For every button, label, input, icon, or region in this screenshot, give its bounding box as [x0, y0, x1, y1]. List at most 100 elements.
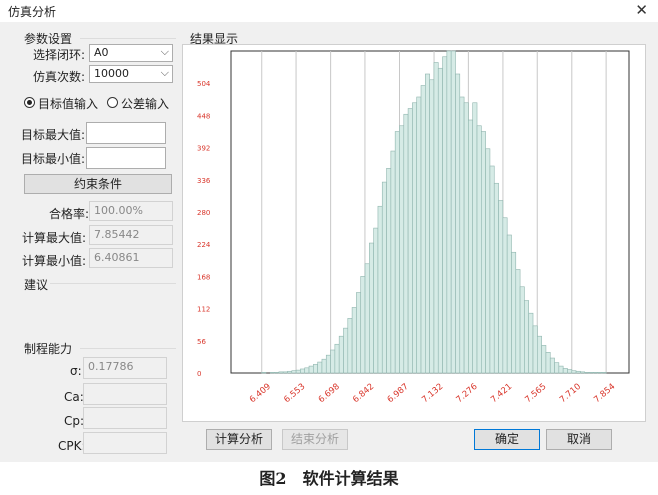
histogram-bar	[412, 102, 418, 374]
histogram-bar	[511, 251, 517, 374]
end-analysis-button[interactable]: 结束分析	[282, 429, 348, 450]
pass-rate-label: 合格率:	[49, 207, 90, 221]
histogram-bar	[291, 370, 297, 374]
loop-label: 选择闭环:	[33, 48, 86, 62]
histogram-bar	[287, 370, 293, 374]
y-tick-label: 168	[197, 273, 210, 281]
histogram-bar	[261, 372, 267, 374]
cpk-field	[83, 432, 167, 454]
histogram-bar	[558, 365, 564, 374]
histogram-bar	[537, 335, 542, 374]
chevron-down-icon: ⌵	[160, 45, 169, 58]
radio-target[interactable]	[24, 97, 35, 108]
histogram-bar	[575, 370, 581, 374]
loop-select[interactable]: A0 ⌵	[89, 44, 173, 62]
target-max-input[interactable]	[86, 122, 166, 144]
capability-heading: 制程能力	[24, 342, 73, 356]
calc-max-field: 7.85442	[89, 225, 173, 245]
histogram-bar	[493, 182, 499, 374]
histogram-bar	[321, 358, 327, 374]
target-min-label: 目标最小值:	[21, 152, 86, 166]
histogram-bar	[300, 368, 306, 374]
chevron-down-icon: ⌵	[160, 66, 169, 79]
y-tick-label: 224	[197, 241, 211, 249]
histogram-bar	[442, 56, 448, 374]
histogram-bar	[545, 351, 551, 374]
simulation-window: 仿真分析 ✕ 参数设置 选择闭环: A0 ⌵ 仿真次数: 10000 ⌵ 目标值…	[0, 0, 658, 462]
target-min-input[interactable]	[86, 147, 166, 169]
histogram-bar	[390, 150, 396, 374]
histogram-bar	[455, 73, 461, 374]
ok-button[interactable]: 确定	[474, 429, 540, 450]
histogram-bar	[601, 372, 607, 374]
histogram-bar	[597, 372, 603, 374]
histogram-bar	[403, 113, 409, 374]
histogram-bar	[580, 371, 585, 374]
histogram-bar	[472, 102, 478, 374]
histogram-bar	[506, 234, 512, 374]
histogram-bar	[330, 349, 336, 374]
histogram-bar	[498, 200, 504, 374]
histogram-bar	[549, 357, 555, 374]
histogram-bar	[489, 165, 495, 374]
histogram-bar	[377, 205, 383, 374]
calc-button[interactable]: 计算分析	[206, 429, 272, 450]
y-tick-label: 0	[197, 370, 201, 378]
calc-min-field: 6.40861	[89, 248, 173, 268]
histogram-bar	[351, 307, 357, 374]
histogram-bar	[571, 370, 577, 374]
histogram-bar	[369, 242, 374, 374]
histogram-bar	[347, 318, 353, 374]
histogram-bar	[567, 369, 573, 374]
histogram-bar	[463, 102, 469, 374]
histogram-bar	[476, 125, 482, 374]
histogram-bar	[485, 148, 491, 374]
y-tick-label: 448	[197, 112, 210, 120]
histogram-bar	[502, 217, 508, 374]
title-bar: 仿真分析 ✕	[0, 0, 658, 22]
histogram-bar	[381, 181, 387, 374]
histogram-bar	[588, 372, 594, 374]
histogram-bar	[433, 62, 439, 374]
histogram-chart: 0 56 112 168 224 280 336 392 448 504 6.409 6.553 6.6…	[197, 50, 630, 405]
histogram-bar	[481, 131, 486, 374]
suggest-group-line	[50, 283, 176, 284]
constraint-button[interactable]: 约束条件	[24, 174, 172, 194]
x-tick-label: 6.987	[386, 382, 411, 405]
radio-tolerance[interactable]	[107, 97, 118, 108]
histogram-bar	[334, 343, 340, 374]
figure-number: 图2	[259, 469, 287, 488]
cp-field	[83, 407, 167, 429]
figure-caption-text: 软件计算结果	[302, 469, 399, 488]
histogram-bar	[515, 269, 521, 374]
histogram-bar	[338, 335, 344, 374]
histogram-bar	[394, 131, 400, 374]
x-tick-label: 7.132	[420, 382, 445, 405]
count-label: 仿真次数:	[33, 70, 86, 84]
count-select[interactable]: 10000 ⌵	[89, 65, 173, 83]
histogram-bar	[437, 67, 443, 374]
histogram-bar	[317, 361, 323, 374]
x-tick-label: 7.710	[558, 382, 583, 405]
y-tick-label: 336	[197, 177, 211, 185]
histogram-bar	[446, 50, 452, 374]
histogram-bar	[399, 125, 405, 374]
window-title: 仿真分析	[8, 5, 57, 19]
cancel-button[interactable]: 取消	[546, 429, 612, 450]
histogram-bar	[541, 345, 547, 374]
histogram-bar	[278, 371, 284, 374]
y-tick-label: 392	[197, 145, 210, 153]
histogram-bar	[584, 372, 590, 374]
calc-max-label: 计算最大值:	[22, 231, 87, 245]
histogram-bar	[304, 367, 310, 374]
x-tick-label: 6.842	[351, 382, 376, 405]
params-group-line	[80, 38, 176, 39]
cp-label: Cp:	[64, 414, 85, 428]
close-icon[interactable]: ✕	[635, 1, 648, 19]
histogram-bar	[425, 73, 430, 374]
histogram-bar	[429, 79, 435, 374]
sigma-label: σ:	[70, 364, 82, 378]
radio-tolerance-label: 公差输入	[121, 97, 170, 111]
histogram-bar	[407, 108, 413, 374]
params-heading: 参数设置	[24, 32, 73, 46]
